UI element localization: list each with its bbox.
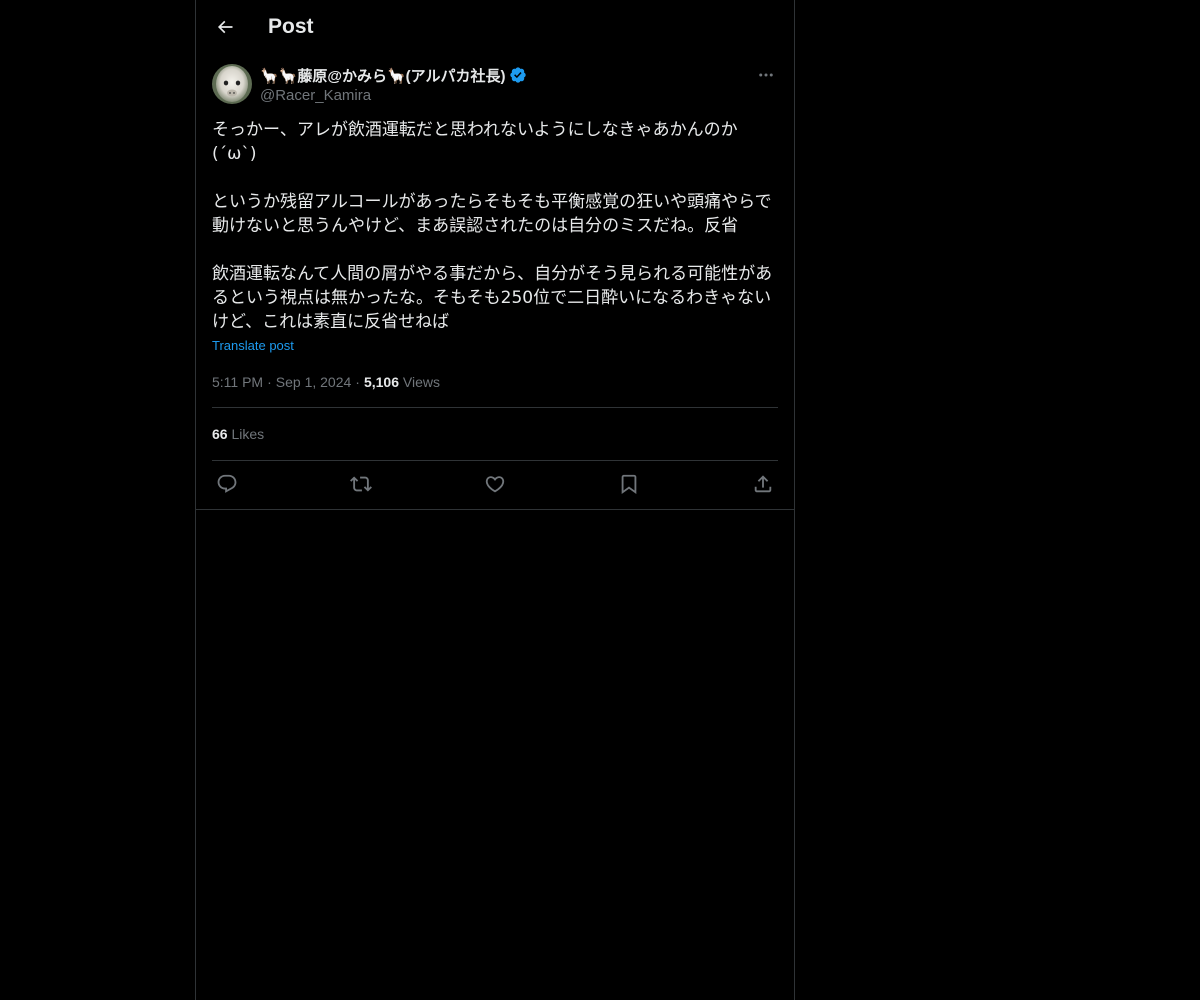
post: 🦙🦙藤原@かみら🦙(アルパカ社長) @Racer_Kamira そっかー、アレが… bbox=[212, 64, 778, 507]
verified-badge-icon bbox=[509, 66, 527, 84]
separator-dot: · bbox=[355, 374, 360, 390]
arrow-left-icon bbox=[217, 20, 233, 34]
more-horizontal-icon bbox=[759, 73, 773, 77]
likes-label: Likes bbox=[231, 426, 265, 442]
post-metadata: 5:11 PM · Sep 1, 2024 · 5,106 Views bbox=[212, 372, 778, 392]
header: Post bbox=[196, 0, 794, 53]
post-column: Post 🦙🦙藤原@かみら🦙(アルパカ社長) @Racer_Kamira そっか… bbox=[195, 0, 795, 1000]
separator-dot: · bbox=[267, 374, 272, 390]
bookmark-icon bbox=[621, 474, 637, 495]
post-bottom-border bbox=[196, 509, 794, 510]
author-handle[interactable]: @Racer_Kamira bbox=[260, 86, 527, 106]
author-names: 🦙🦙藤原@かみら🦙(アルパカ社長) @Racer_Kamira bbox=[260, 64, 527, 106]
likes-count: 66 bbox=[212, 426, 228, 442]
author-row: 🦙🦙藤原@かみら🦙(アルパカ社長) @Racer_Kamira bbox=[212, 64, 778, 106]
display-name: 🦙🦙藤原@かみら🦙(アルパカ社長) bbox=[260, 67, 506, 85]
back-button[interactable] bbox=[208, 10, 242, 44]
repost-button[interactable] bbox=[346, 471, 376, 497]
reply-icon bbox=[217, 474, 237, 493]
post-date[interactable]: Sep 1, 2024 bbox=[276, 374, 352, 390]
likes-link[interactable]: 66 Likes bbox=[212, 408, 778, 460]
share-icon bbox=[754, 475, 772, 493]
views-count: 5,106 bbox=[363, 374, 400, 390]
views-label: Views bbox=[402, 374, 440, 390]
display-name-link[interactable]: 🦙🦙藤原@かみら🦙(アルパカ社長) bbox=[260, 64, 527, 86]
alpaca-avatar-image bbox=[212, 64, 252, 104]
avatar[interactable] bbox=[212, 64, 252, 104]
post-text: そっかー、アレが飲酒運転だと思われないようにしなきゃあかんのか(´ω`) という… bbox=[212, 120, 773, 332]
translate-post-link[interactable]: Translate post bbox=[212, 338, 294, 353]
post-time[interactable]: 5:11 PM bbox=[212, 374, 263, 390]
page-title: Post bbox=[268, 15, 314, 38]
repost-icon bbox=[350, 476, 372, 492]
action-bar bbox=[212, 461, 778, 507]
share-button[interactable] bbox=[748, 471, 778, 497]
like-button[interactable] bbox=[480, 471, 510, 497]
bookmark-button[interactable] bbox=[614, 471, 644, 497]
reply-button[interactable] bbox=[212, 471, 242, 497]
more-options-button[interactable] bbox=[754, 64, 778, 86]
like-icon bbox=[485, 476, 505, 493]
